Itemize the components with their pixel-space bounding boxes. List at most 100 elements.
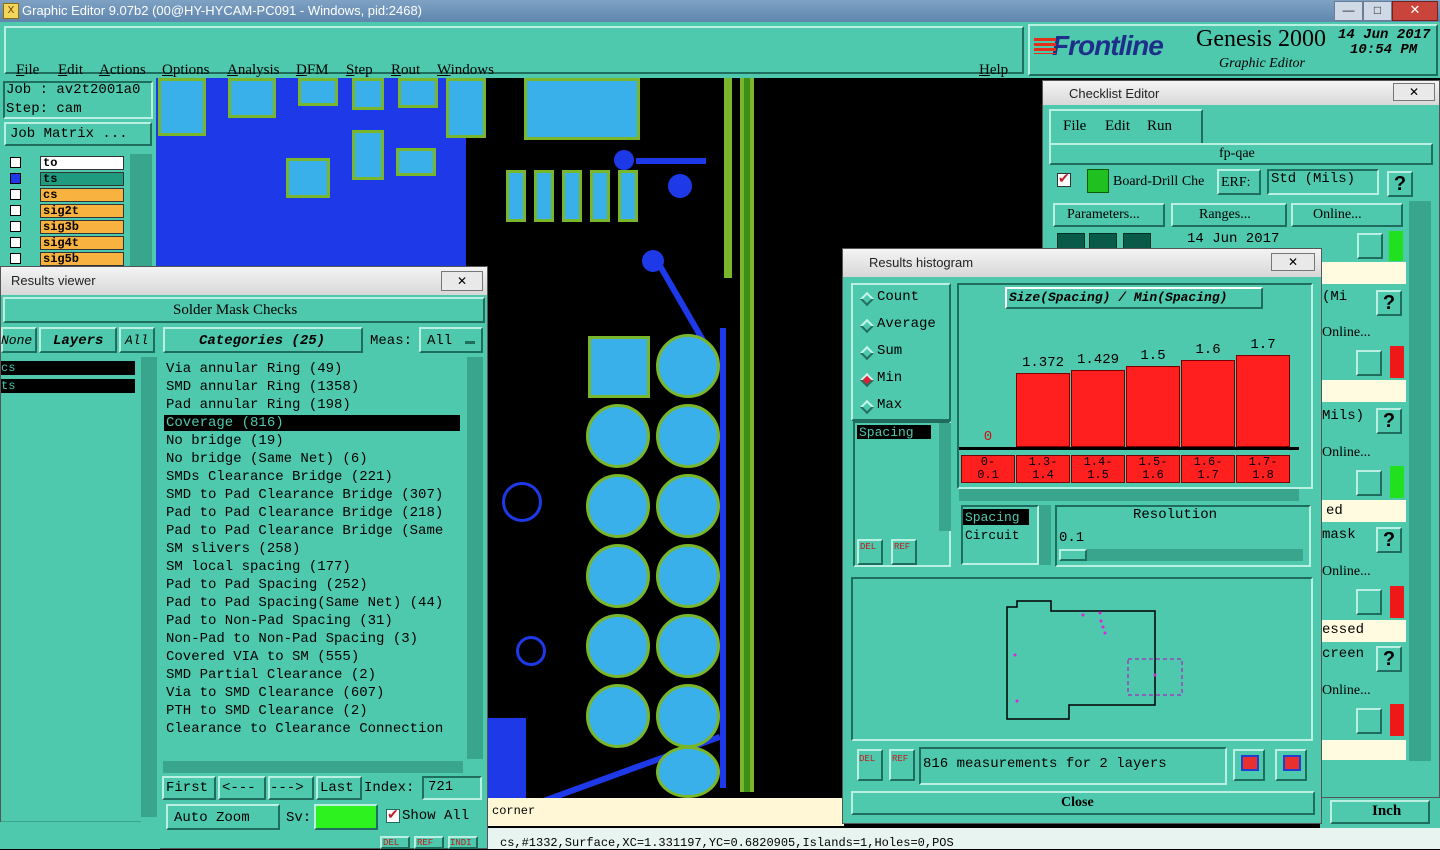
category-item[interactable]: Pad to Non-Pad Spacing (31) bbox=[166, 613, 393, 629]
layer-row-sig5b[interactable]: sig5b bbox=[40, 252, 124, 266]
menu-actions[interactable]: Actions bbox=[99, 62, 146, 79]
layer-checkbox[interactable] bbox=[10, 253, 21, 264]
results-viewer-close-icon[interactable]: ✕ bbox=[441, 271, 483, 291]
layer-row-sig2t[interactable]: sig2t bbox=[40, 204, 124, 218]
del-label: DEL bbox=[383, 838, 400, 848]
layer-row-sig3b[interactable]: sig3b bbox=[40, 220, 124, 234]
histogram-range-label[interactable]: 0- 0.1 bbox=[961, 455, 1015, 483]
zoom-icon[interactable] bbox=[1356, 350, 1382, 376]
layer-list-scrollbar[interactable] bbox=[141, 357, 157, 817]
histogram-bar[interactable] bbox=[1126, 366, 1180, 447]
histogram-close-icon[interactable]: ✕ bbox=[1271, 253, 1315, 271]
zoom-icon[interactable] bbox=[1356, 708, 1382, 734]
results-viewer-title: Results viewer bbox=[11, 273, 96, 288]
result-layer-row[interactable] bbox=[1, 361, 135, 375]
close-icon[interactable]: ✕ bbox=[1392, 1, 1438, 21]
histogram-list-scrollbar[interactable] bbox=[939, 423, 951, 531]
category-item[interactable]: Covered VIA to SM (555) bbox=[166, 649, 359, 665]
checklist-close-icon[interactable]: ✕ bbox=[1393, 83, 1435, 101]
help-question-button[interactable]: ? bbox=[1376, 290, 1402, 316]
layer-checkbox[interactable] bbox=[10, 205, 21, 216]
category-item[interactable]: Pad to Pad Clearance Bridge (218) bbox=[166, 505, 443, 521]
resolution-slider[interactable] bbox=[1059, 549, 1303, 561]
category-item[interactable]: PTH to SMD Clearance (2) bbox=[166, 703, 368, 719]
histogram-bar[interactable] bbox=[1071, 370, 1125, 447]
histogram-bar[interactable] bbox=[1236, 355, 1290, 447]
category-item[interactable]: Coverage (816) bbox=[166, 415, 284, 431]
category-item[interactable]: Via to SMD Clearance (607) bbox=[166, 685, 384, 701]
category-item[interactable]: Non-Pad to Non-Pad Spacing (3) bbox=[166, 631, 418, 647]
category-item[interactable]: SMDs Clearance Bridge (221) bbox=[166, 469, 393, 485]
category-item[interactable]: Via annular Ring (49) bbox=[166, 361, 342, 377]
layer-checkbox[interactable] bbox=[10, 189, 21, 200]
window-title: Graphic Editor 9.07b2 (00@HY-HYCAM-PC091… bbox=[22, 3, 423, 18]
severity-select[interactable] bbox=[314, 804, 378, 830]
checklist-menu-file[interactable]: File bbox=[1063, 118, 1086, 135]
menu-dfm[interactable]: DFM bbox=[296, 62, 329, 79]
status-corner-text: corner bbox=[492, 804, 536, 818]
category-item[interactable]: No bridge (19) bbox=[166, 433, 284, 449]
result-layer-row[interactable] bbox=[1, 379, 135, 393]
categories-scrollbar[interactable] bbox=[467, 357, 483, 759]
menu-options[interactable]: Options bbox=[162, 62, 210, 79]
menu-rout[interactable]: Rout bbox=[391, 62, 420, 79]
checklist-title: Checklist Editor bbox=[1069, 86, 1160, 101]
menu-analysis[interactable]: Analysis bbox=[227, 62, 280, 79]
histogram-bar[interactable] bbox=[1016, 373, 1070, 447]
help-question-button[interactable]: ? bbox=[1376, 646, 1402, 672]
category-item[interactable]: Pad to Pad Spacing (252) bbox=[166, 577, 368, 593]
resolution-slider-thumb[interactable] bbox=[1059, 549, 1087, 561]
menu-windows[interactable]: Windows bbox=[437, 62, 494, 79]
layer-row-to[interactable]: to bbox=[40, 156, 124, 170]
maximize-icon[interactable]: □ bbox=[1363, 1, 1392, 21]
category-item[interactable]: SM slivers (258) bbox=[166, 541, 300, 557]
category-item[interactable]: Clearance to Clearance Connection bbox=[166, 721, 443, 737]
zoom-icon[interactable] bbox=[1356, 589, 1382, 615]
minimize-icon[interactable]: — bbox=[1334, 1, 1363, 21]
category-item[interactable]: SMD Partial Clearance (2) bbox=[166, 667, 376, 683]
histogram-bar[interactable] bbox=[1181, 360, 1235, 447]
category-item[interactable]: Pad annular Ring (198) bbox=[166, 397, 351, 413]
histogram-range-label[interactable]: 1.6- 1.7 bbox=[1181, 455, 1235, 483]
category-item[interactable]: No bridge (Same Net) (6) bbox=[166, 451, 368, 467]
ref-label: REF bbox=[892, 754, 909, 764]
layer-checkbox[interactable] bbox=[10, 221, 21, 232]
checklist-menu-run[interactable]: Run bbox=[1147, 118, 1172, 135]
chart-hscrollbar[interactable] bbox=[959, 489, 1299, 501]
category-item[interactable]: SMD annular Ring (1358) bbox=[166, 379, 359, 395]
histogram-range-label[interactable]: 1.7- 1.8 bbox=[1236, 455, 1290, 483]
layer-row-ts[interactable]: ts bbox=[40, 172, 124, 186]
layer-checkbox[interactable] bbox=[10, 173, 21, 184]
category-item[interactable]: Pad to Pad Spacing(Same Net) (44) bbox=[166, 595, 443, 611]
help-question-button[interactable]: ? bbox=[1376, 527, 1402, 553]
layer-checkbox[interactable] bbox=[10, 237, 21, 248]
histogram-range-label[interactable]: 1.4- 1.5 bbox=[1071, 455, 1125, 483]
histogram-range-label[interactable]: 1.5- 1.6 bbox=[1126, 455, 1180, 483]
categories-hscrollbar[interactable] bbox=[163, 761, 463, 773]
menu-help[interactable]: Help bbox=[979, 62, 1008, 79]
menu-edit[interactable]: Edit bbox=[58, 62, 83, 79]
checklist-side-text: Online... bbox=[1322, 445, 1371, 460]
histogram-range-label[interactable]: 1.3- 1.4 bbox=[1016, 455, 1070, 483]
checklist-menu-edit[interactable]: Edit bbox=[1105, 118, 1130, 135]
help-question-button[interactable]: ? bbox=[1387, 171, 1413, 197]
spacing-list-scrollbar[interactable] bbox=[1039, 505, 1051, 565]
layer-checkbox[interactable] bbox=[10, 157, 21, 168]
category-item[interactable]: Pad to Pad Clearance Bridge (Same bbox=[166, 523, 443, 539]
checklist-scrollbar[interactable] bbox=[1409, 201, 1431, 761]
pcb-pad bbox=[506, 170, 526, 222]
checklist-name: fp-qae bbox=[1219, 146, 1255, 161]
zoom-icon[interactable] bbox=[1356, 470, 1382, 496]
layer-scrollbar[interactable] bbox=[130, 154, 152, 268]
layer-row-cs[interactable]: cs bbox=[40, 188, 124, 202]
layer-row-sig4t[interactable]: sig4t bbox=[40, 236, 124, 250]
category-item[interactable]: SMD to Pad Clearance Bridge (307) bbox=[166, 487, 443, 503]
category-item[interactable]: SM local spacing (177) bbox=[166, 559, 351, 575]
checklist-side-text: Online... bbox=[1322, 564, 1371, 579]
menu-step[interactable]: Step bbox=[346, 62, 373, 79]
menu-file[interactable]: File bbox=[16, 62, 39, 79]
zoom-icon[interactable] bbox=[1357, 233, 1383, 259]
help-question-button[interactable]: ? bbox=[1376, 408, 1402, 434]
range-end: 1.6 bbox=[1142, 468, 1164, 482]
pcb-pad bbox=[524, 78, 640, 140]
